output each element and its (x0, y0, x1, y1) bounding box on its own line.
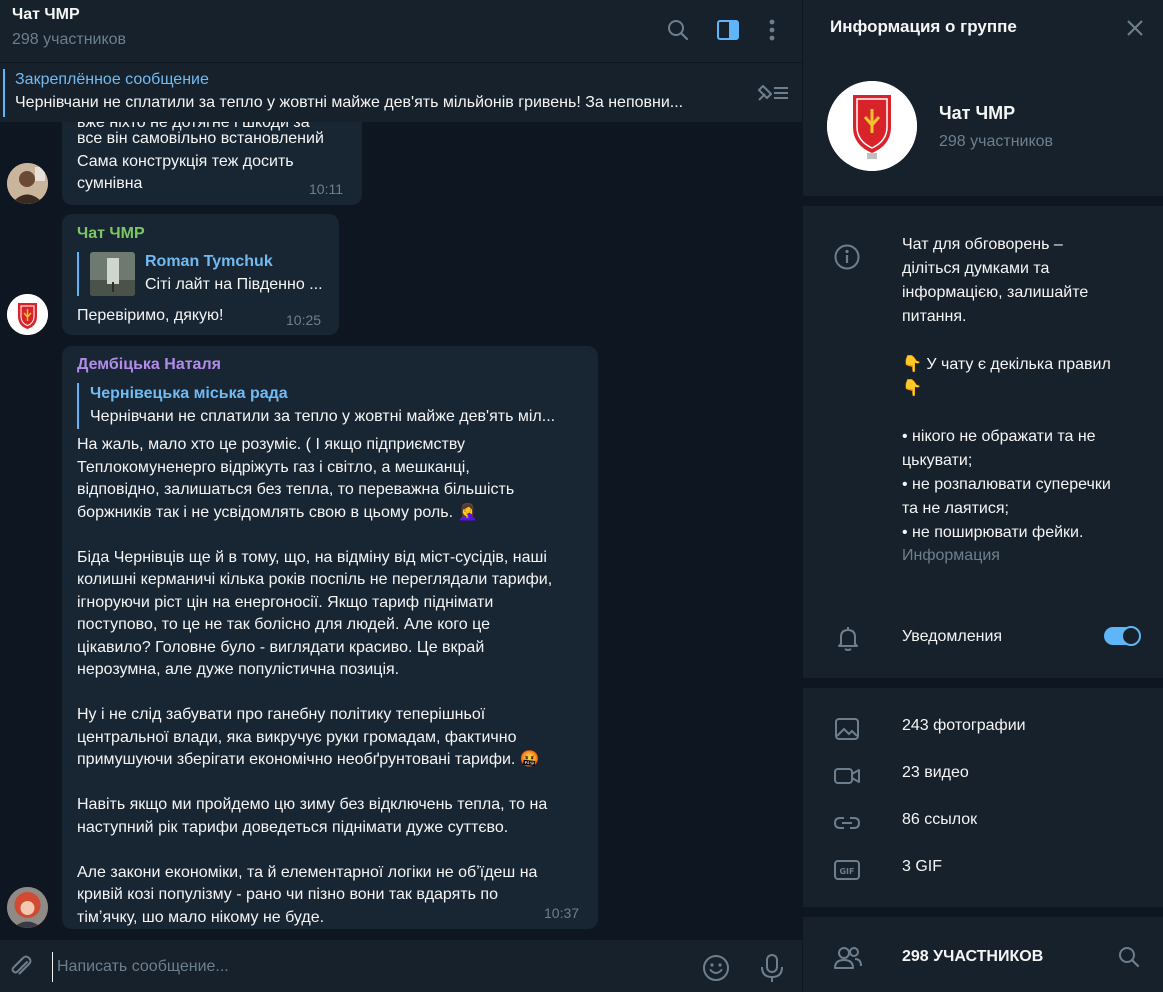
chat-title[interactable]: Чат ЧМР (12, 6, 80, 24)
chat-subtitle[interactable]: 298 участников (12, 31, 126, 49)
pinned-accent-line (3, 69, 5, 117)
toggle-knob (1121, 626, 1141, 646)
media-row-gifs[interactable]: GIF 3 GIF (803, 848, 1163, 888)
message-bubble[interactable]: Дембіцька Наталя Чернівецька міська рада… (62, 346, 598, 929)
reply-thumbnail (90, 252, 135, 296)
reply-author: Чернівецька міська рада (90, 385, 288, 402)
members-section[interactable]: 298 УЧАСТНИКОВ (803, 932, 1163, 982)
group-avatar[interactable] (827, 81, 917, 171)
message-time: 10:11 (309, 181, 343, 197)
group-description: Чат для обговорень – діліться думками та… (902, 236, 1111, 541)
reply-snippet: Сіті лайт на Південно ... (145, 276, 323, 293)
pinned-text: Чернівчани не сплатили за тепло у жовтні… (15, 94, 684, 111)
section-divider (803, 196, 1163, 206)
reply-preview[interactable]: Roman Tymchuk Сіті лайт на Південно ... (77, 252, 327, 296)
pinned-list-icon[interactable] (752, 78, 792, 108)
svg-text:GIF: GIF (839, 867, 854, 876)
notifications-label: Уведомления (902, 628, 1003, 645)
notifications-toggle[interactable] (1104, 626, 1141, 646)
info-title: Информация о группе (830, 17, 1017, 36)
message-time: 10:37 (544, 905, 580, 921)
message-list[interactable]: вже ніхто не дотягне і шкоди за все він … (0, 122, 802, 940)
reply-author: Roman Tymchuk (145, 253, 273, 270)
chat-pane: Чат ЧМР 298 участников Закреплённое сооб… (0, 0, 802, 992)
attach-icon[interactable] (8, 954, 34, 980)
section-divider (803, 907, 1163, 917)
link-icon (833, 809, 861, 837)
video-icon (833, 762, 861, 790)
message-time: 10:25 (286, 312, 322, 328)
media-label: 23 видео (902, 764, 969, 781)
message-text: Перевіримо, дякую! (77, 307, 224, 324)
emoji-icon[interactable] (702, 954, 730, 982)
media-row-links[interactable]: 86 ссылок (803, 801, 1163, 841)
section-divider (803, 678, 1163, 688)
gif-icon: GIF (833, 856, 861, 884)
message-input[interactable] (52, 952, 672, 982)
microphone-icon[interactable] (759, 953, 785, 983)
members-icon (833, 944, 863, 972)
media-label: 243 фотографии (902, 717, 1026, 734)
reply-snippet: Чернівчани не сплатили за тепло у жовтні… (90, 408, 556, 425)
group-members-count: 298 участников (939, 133, 1054, 150)
reply-preview[interactable]: Чернівецька міська рада Чернівчани не сп… (77, 383, 583, 429)
message-text: На жаль, мало хто це розуміє. ( І якщо п… (77, 436, 553, 926)
members-label: 298 УЧАСТНИКОВ (902, 948, 1044, 965)
media-row-photos[interactable]: 243 фотографии (803, 707, 1163, 747)
info-icon (833, 243, 861, 271)
media-row-videos[interactable]: 23 видео (803, 754, 1163, 794)
message-bubble[interactable]: вже ніхто не дотягне і шкоди за все він … (62, 122, 362, 205)
more-vertical-icon[interactable] (756, 14, 788, 46)
member-search-icon[interactable] (1118, 946, 1142, 970)
group-info-pane: Информация о группе Чат ЧМР 298 участник… (802, 0, 1163, 992)
avatar[interactable] (7, 887, 48, 928)
message-sender[interactable]: Дембіцька Наталя (77, 356, 221, 374)
message-composer (0, 940, 802, 992)
group-name: Чат ЧМР (939, 103, 1016, 123)
sidebar-toggle-icon[interactable] (712, 14, 744, 46)
avatar[interactable] (7, 294, 48, 335)
media-label: 86 ссылок (902, 811, 978, 828)
bell-icon (834, 624, 862, 652)
search-icon[interactable] (662, 14, 694, 46)
close-icon[interactable] (1119, 12, 1151, 44)
pinned-message-bar[interactable]: Закреплённое сообщение Чернівчани не спл… (0, 62, 802, 122)
message-sender[interactable]: Чат ЧМР (77, 225, 145, 243)
photo-icon (833, 715, 861, 743)
description-caption: Информация (902, 547, 1000, 564)
pinned-title: Закреплённое сообщение (15, 71, 209, 88)
chat-header[interactable]: Чат ЧМР 298 участников (0, 0, 802, 62)
avatar[interactable] (7, 163, 48, 204)
message-bubble[interactable]: Чат ЧМР Roman Tymchuk Сіті лайт на Півде… (62, 214, 339, 335)
media-label: 3 GIF (902, 858, 943, 875)
